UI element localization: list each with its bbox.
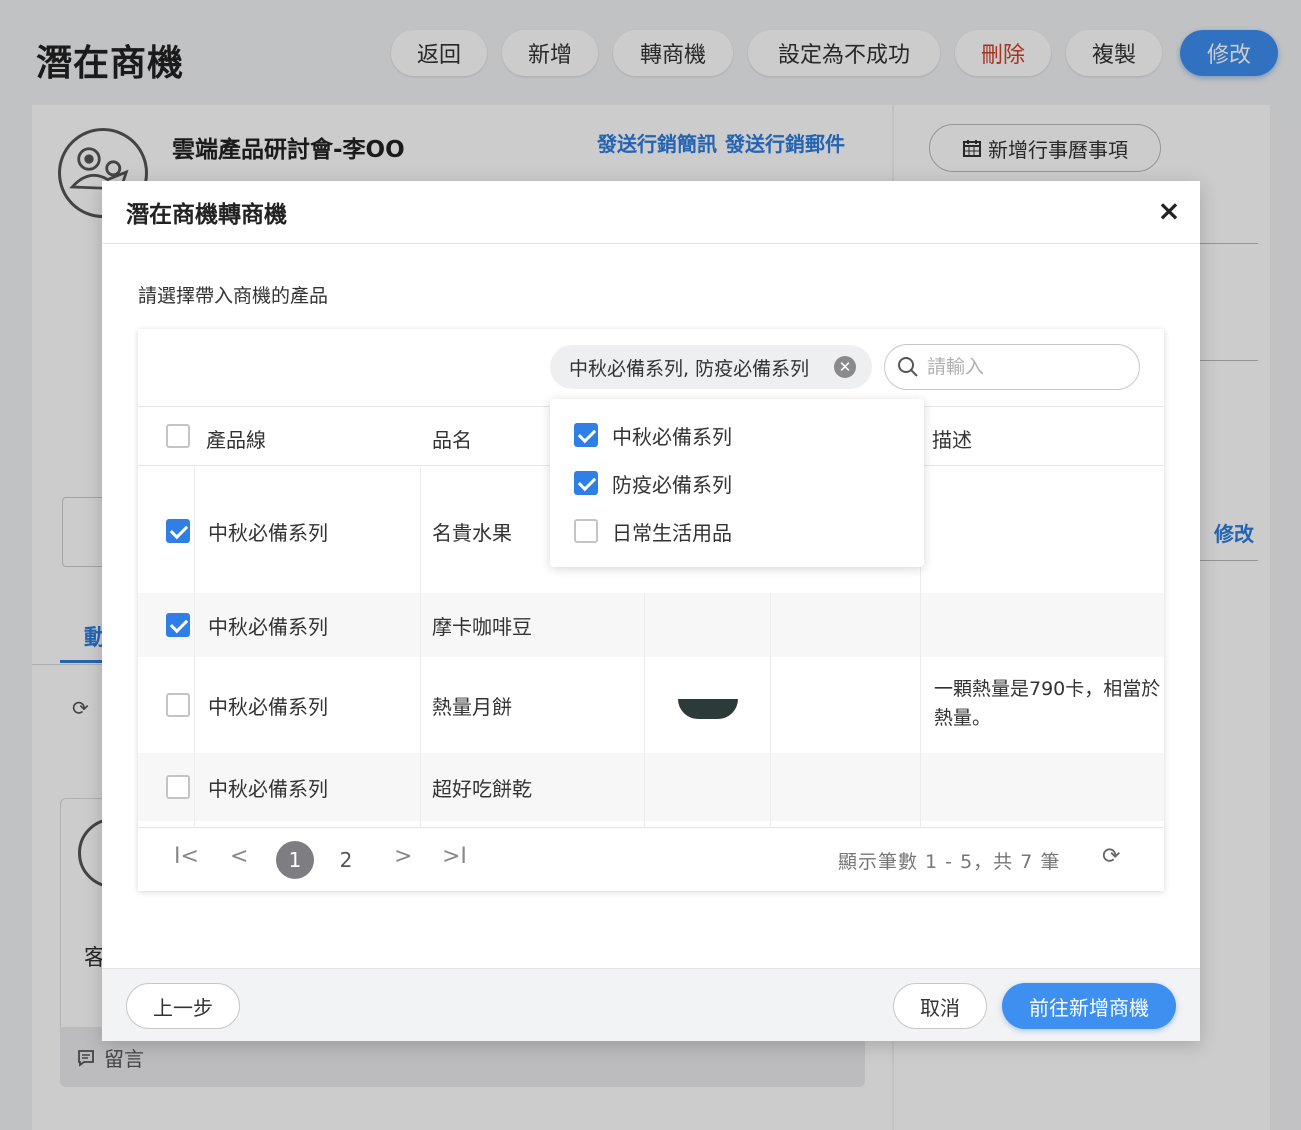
search-field[interactable] (884, 344, 1140, 390)
page-button[interactable]: 1 (276, 841, 314, 879)
table-row[interactable]: 中秋必備系列 熱量月餅 一顆熱量是790卡，相當於 熱量。 (138, 657, 1164, 753)
modal-footer: 上一步 取消 前往新增商機 (102, 968, 1200, 1041)
row-checkbox[interactable] (166, 693, 190, 717)
next-page-icon[interactable]: > (394, 844, 412, 869)
first-page-icon[interactable]: I< (174, 844, 199, 869)
convert-lead-modal: 潛在商機轉商機 × 請選擇帶入商機的產品 中秋必備系列, 防疫必備系列 ✕ 產品… (102, 181, 1200, 1041)
row-checkbox[interactable] (166, 775, 190, 799)
cancel-button[interactable]: 取消 (893, 983, 987, 1029)
product-grid: 中秋必備系列, 防疫必備系列 ✕ 產品線 品名 描述 中秋必備系列 名貴水果 (138, 329, 1164, 891)
option-checkbox[interactable] (574, 423, 598, 447)
column-header-description[interactable]: 描述 (932, 424, 972, 453)
option-checkbox[interactable] (574, 519, 598, 543)
dropdown-option[interactable]: 中秋必備系列 (574, 423, 732, 449)
search-icon (898, 357, 918, 377)
column-divider (194, 467, 195, 827)
close-icon[interactable]: × (1154, 195, 1184, 227)
prev-page-icon[interactable]: < (230, 844, 248, 869)
description-line: 一顆熱量是790卡，相當於 (934, 678, 1161, 700)
pager-info: 顯示筆數 1 - 5，共 7 筆 (838, 851, 1061, 873)
column-header-product-line[interactable]: 產品線 (206, 424, 266, 453)
modal-subtitle: 請選擇帶入商機的產品 (138, 285, 329, 307)
prev-step-button[interactable]: 上一步 (126, 983, 240, 1029)
product-line-cell: 中秋必備系列 (208, 695, 328, 719)
clear-icon[interactable]: ✕ (834, 356, 856, 378)
grid-toolbar: 中秋必備系列, 防疫必備系列 ✕ (138, 329, 1164, 407)
row-checkbox[interactable] (166, 613, 190, 637)
modal-header: 潛在商機轉商機 (102, 181, 1200, 244)
table-row[interactable]: 中秋必備系列 超好吃餅乾 (138, 753, 1164, 821)
name-cell: 名貴水果 (432, 521, 512, 545)
column-header-name[interactable]: 品名 (432, 424, 472, 453)
search-input[interactable] (927, 356, 1117, 378)
select-all-checkbox[interactable] (166, 424, 190, 448)
name-cell: 摩卡咖啡豆 (432, 615, 532, 639)
column-divider (420, 467, 421, 827)
product-line-dropdown: 中秋必備系列 防疫必備系列 日常生活用品 (550, 399, 924, 567)
dropdown-option[interactable]: 日常生活用品 (574, 519, 732, 545)
filter-chip-label: 中秋必備系列, 防疫必備系列 (569, 357, 810, 380)
option-label: 日常生活用品 (612, 520, 732, 545)
name-cell: 超好吃餅乾 (432, 777, 532, 801)
last-page-icon[interactable]: >I (442, 844, 467, 869)
refresh-icon[interactable]: ⟳ (1102, 844, 1120, 869)
row-checkbox[interactable] (166, 519, 190, 543)
product-line-cell: 中秋必備系列 (208, 777, 328, 801)
product-line-cell: 中秋必備系列 (208, 615, 328, 639)
name-cell: 熱量月餅 (432, 695, 512, 719)
proceed-button[interactable]: 前往新增商機 (1002, 983, 1176, 1029)
option-checkbox[interactable] (574, 471, 598, 495)
option-label: 防疫必備系列 (612, 472, 732, 497)
column-divider (644, 593, 645, 827)
column-divider (770, 593, 771, 827)
product-line-cell: 中秋必備系列 (208, 521, 328, 545)
description-line: 熱量。 (934, 707, 992, 729)
product-line-filter[interactable]: 中秋必備系列, 防疫必備系列 ✕ (550, 345, 872, 389)
modal-title: 潛在商機轉商機 (126, 202, 287, 228)
page-button[interactable]: 2 (327, 841, 365, 879)
description-cell: 一顆熱量是790卡，相當於 熱量。 (934, 675, 1164, 733)
pagination: I< < 1 2 > >I 顯示筆數 1 - 5，共 7 筆 ⟳ (138, 827, 1164, 891)
option-label: 中秋必備系列 (612, 424, 732, 449)
dropdown-option[interactable]: 防疫必備系列 (574, 471, 732, 497)
table-row[interactable]: 中秋必備系列 摩卡咖啡豆 (138, 593, 1164, 657)
